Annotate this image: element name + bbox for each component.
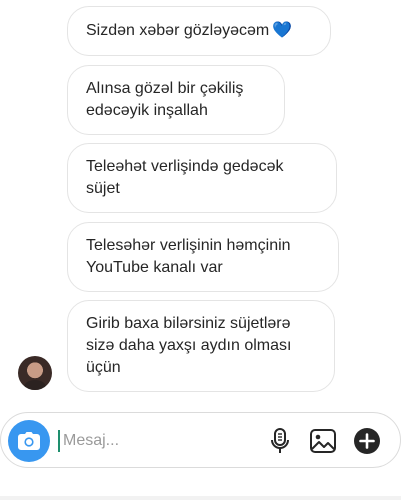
message-line: Alınsa gözəl bir çəkiliş (86, 80, 244, 97)
camera-icon (18, 432, 40, 450)
blue-heart-emoji: 💙 (272, 22, 293, 39)
message-bubble[interactable]: Alınsa gözəl bir çəkiliş edəcəyik inşall… (67, 65, 285, 135)
message-line: edəcəyik inşallah (86, 102, 208, 119)
voice-message-button[interactable] (266, 427, 294, 455)
message-line: Girib baxa bilərsiniz süjetlərə (86, 315, 291, 332)
message-text: Telesəhər verlişinin həmçinin YouTube ka… (86, 235, 291, 279)
bottom-divider (0, 496, 401, 500)
message-bubble[interactable]: Sizdən xəbər gözləyəcəm 💙 (67, 6, 331, 56)
message-text: Sizdən xəbər gözləyəcəm (86, 22, 270, 39)
message-text: Alınsa gözəl bir çəkiliş edəcəyik inşall… (86, 78, 243, 122)
sender-avatar[interactable] (18, 356, 52, 390)
microphone-icon (271, 428, 289, 453)
message-composer (0, 412, 401, 468)
more-options-button[interactable] (353, 427, 381, 455)
gallery-button[interactable] (309, 427, 337, 455)
camera-button[interactable] (8, 420, 50, 462)
image-gallery-icon (310, 429, 336, 453)
message-text: Teleəhət verlişində gedəcək süjet (86, 156, 283, 200)
message-bubble[interactable]: Teleəhət verlişində gedəcək süjet (67, 143, 337, 213)
message-line: sizə daha yaxşı aydın olması (86, 337, 292, 354)
message-bubble[interactable]: Girib baxa bilərsiniz süjetlərə sizə dah… (67, 300, 335, 392)
message-line: Telesəhər verlişinin həmçinin (86, 237, 291, 254)
plus-circle-icon (354, 428, 380, 454)
message-line: Teleəhət verlişində gedəcək (86, 158, 284, 175)
message-thread: Sizdən xəbər gözləyəcəm 💙 Alınsa gözəl b… (0, 0, 401, 405)
text-cursor (58, 430, 60, 452)
message-input[interactable] (63, 426, 243, 456)
message-text: Girib baxa bilərsiniz süjetlərə sizə dah… (86, 313, 291, 379)
message-line: üçün (86, 359, 121, 376)
message-line: YouTube kanalı var (86, 259, 223, 276)
message-line: süjet (86, 180, 120, 197)
message-bubble[interactable]: Telesəhər verlişinin həmçinin YouTube ka… (67, 222, 339, 292)
